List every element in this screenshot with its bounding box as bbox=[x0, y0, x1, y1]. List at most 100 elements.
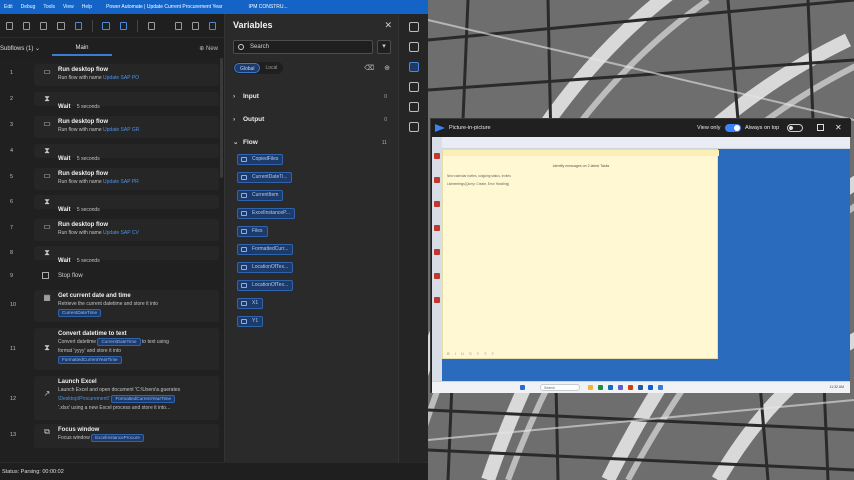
view-only-toggle[interactable] bbox=[725, 124, 741, 132]
action-card[interactable]: ▭ Run desktop flow Run flow with name Up… bbox=[34, 168, 219, 190]
variable-chip[interactable]: FormattedCurrentYearTime bbox=[58, 356, 122, 364]
step-number: 3 bbox=[10, 122, 14, 128]
section-flow[interactable]: ⌄ Flow 11 bbox=[233, 136, 391, 150]
excel-icon[interactable] bbox=[598, 385, 603, 390]
picture-in-picture-window[interactable]: Picture-in-picture View only Always on t… bbox=[430, 118, 851, 393]
flow-name-link[interactable]: Update SAP PR bbox=[103, 179, 139, 185]
error-list-icon[interactable] bbox=[409, 102, 419, 112]
powerpoint-icon[interactable] bbox=[628, 385, 633, 390]
close-icon[interactable]: ✕ bbox=[384, 20, 392, 31]
sticky-note-format-bar[interactable]: B I U S ≡ ≡ ≡ bbox=[447, 351, 496, 356]
tab-main[interactable]: Main bbox=[46, 38, 118, 58]
variable-chip[interactable]: FormattedCurr... bbox=[237, 244, 294, 255]
recorder-icon[interactable] bbox=[102, 21, 110, 30]
action-card[interactable]: ▭ Run desktop flow Run flow with name Up… bbox=[34, 219, 219, 241]
filter-icon[interactable]: ▾ bbox=[377, 40, 391, 54]
action-title: Run desktop flow bbox=[58, 67, 108, 73]
explorer-icon[interactable] bbox=[588, 385, 593, 390]
menu-edit[interactable]: Edit bbox=[4, 4, 13, 10]
ui-elements-icon[interactable] bbox=[119, 21, 127, 30]
action-card[interactable]: ⧗ Wait 5 seconds bbox=[34, 144, 219, 162]
outlook-icon[interactable] bbox=[608, 385, 613, 390]
variable-name: CopiedFiles bbox=[252, 156, 279, 162]
titlebar: Edit Debug Tools View Help Power Automat… bbox=[0, 0, 428, 14]
action-card[interactable]: ⧗ Convert datetime to text Convert datet… bbox=[34, 328, 219, 370]
power-automate-icon[interactable] bbox=[658, 385, 663, 390]
variable-name: Y1 bbox=[252, 318, 259, 324]
maximize-icon[interactable] bbox=[817, 124, 824, 131]
action-card[interactable]: ⧗ Wait 5 seconds bbox=[34, 92, 219, 110]
action-card[interactable]: Stop flow bbox=[34, 270, 219, 282]
step-number: 2 bbox=[10, 96, 14, 102]
variable-name: ExcelInstanceP... bbox=[252, 210, 290, 216]
subflows-dropdown[interactable]: Subflows (1) ⌄ bbox=[0, 45, 46, 52]
search-icon[interactable] bbox=[208, 21, 217, 30]
remote-session-screen[interactable]: Identify messages on 2 latest Tasks New … bbox=[432, 137, 850, 393]
flow-name-link[interactable]: Update SAP PO bbox=[103, 75, 139, 81]
variable-chip[interactable]: FormattedCurrentYearTime bbox=[111, 395, 176, 403]
eraser-icon[interactable]: ⌫ bbox=[364, 64, 374, 72]
images-icon[interactable] bbox=[409, 82, 419, 92]
action-card[interactable]: ⧗ Wait 5 seconds bbox=[34, 246, 219, 264]
variables-icon[interactable] bbox=[409, 62, 419, 72]
menu-debug[interactable]: Debug bbox=[21, 4, 36, 10]
run-icon[interactable] bbox=[23, 21, 31, 30]
variables-search-input[interactable]: Search bbox=[233, 40, 373, 54]
step-icon[interactable] bbox=[57, 21, 65, 30]
close-icon[interactable]: ✕ bbox=[835, 119, 842, 137]
variable-chip[interactable]: LocationOfTex... bbox=[237, 280, 294, 291]
variable-chip[interactable]: CurrentDateTi... bbox=[237, 172, 293, 183]
variable-chip[interactable]: ExcelInstanceP... bbox=[237, 208, 295, 219]
section-count: 11 bbox=[381, 140, 387, 146]
word-icon[interactable] bbox=[638, 385, 643, 390]
variable-chip[interactable]: LocationOfTex... bbox=[237, 262, 294, 273]
variable-chip[interactable]: ExcelInstanceProcure bbox=[91, 434, 144, 442]
sticky-note[interactable]: Identify messages on 2 latest Tasks New … bbox=[442, 149, 719, 359]
menu-view[interactable]: View bbox=[63, 4, 74, 10]
remote-search-box[interactable]: Search bbox=[540, 384, 580, 391]
flow-name-link[interactable]: Update SAP CV bbox=[103, 230, 139, 236]
flow-scrollbar[interactable] bbox=[220, 58, 223, 178]
notifications-icon[interactable] bbox=[409, 42, 419, 52]
export-icon[interactable] bbox=[191, 21, 199, 30]
toolbar-divider bbox=[136, 19, 138, 32]
run-next-icon[interactable] bbox=[74, 21, 82, 30]
start-icon[interactable] bbox=[520, 385, 525, 390]
edge-icon[interactable] bbox=[648, 385, 653, 390]
section-input[interactable]: › Input 0 bbox=[233, 90, 391, 104]
action-card[interactable]: ⧗ Wait 5 seconds bbox=[34, 195, 219, 213]
action-card[interactable]: ▭ Run desktop flow Run flow with name Up… bbox=[34, 116, 219, 138]
action-card[interactable]: ▦ Get current date and time Retrieve the… bbox=[34, 290, 219, 322]
section-output[interactable]: › Output 0 bbox=[233, 113, 391, 127]
variable-chip[interactable]: CurrentDateTime bbox=[58, 309, 102, 317]
desktop-flow-icon: ▭ bbox=[43, 222, 51, 231]
menu-tools[interactable]: Tools bbox=[43, 4, 55, 10]
menu-help[interactable]: Help bbox=[82, 4, 92, 10]
action-text: to text using bbox=[141, 339, 169, 345]
ui-elements-icon[interactable] bbox=[409, 22, 419, 32]
variable-icon bbox=[241, 247, 247, 252]
variable-chip[interactable]: X1 bbox=[237, 298, 264, 309]
variable-chip[interactable]: Y1 bbox=[237, 316, 264, 327]
layout-icon[interactable] bbox=[174, 21, 182, 30]
scope-local[interactable]: Local bbox=[260, 63, 282, 73]
history-icon[interactable] bbox=[409, 122, 419, 132]
variable-chip[interactable]: Files bbox=[237, 226, 268, 237]
action-card[interactable]: ▭ Run desktop flow Run flow with name Up… bbox=[34, 64, 219, 86]
always-on-top-toggle[interactable] bbox=[787, 124, 803, 132]
teams-icon[interactable] bbox=[618, 385, 623, 390]
save-icon[interactable] bbox=[6, 21, 14, 30]
add-variable-icon[interactable]: ⊕ bbox=[384, 64, 390, 72]
stop-icon[interactable] bbox=[40, 21, 48, 30]
new-subflow-button[interactable]: ⊕ New bbox=[199, 45, 218, 52]
path-link[interactable]: \Desktop\Procurement\' bbox=[58, 396, 110, 402]
breakpoint-icon[interactable] bbox=[147, 21, 155, 30]
screen: Edit Debug Tools View Help Power Automat… bbox=[0, 0, 854, 480]
action-card[interactable]: ↗ Launch Excel Launch Excel and open doc… bbox=[34, 376, 219, 420]
variable-chip[interactable]: CurrentItem bbox=[237, 190, 284, 201]
scope-global[interactable]: Global bbox=[234, 63, 261, 73]
flow-name-link[interactable]: Update SAP GR bbox=[103, 127, 139, 133]
variable-chip[interactable]: CopiedFiles bbox=[237, 154, 284, 165]
variable-chip[interactable]: CurrentDateTime bbox=[97, 338, 141, 346]
action-card[interactable]: ⧉ Focus window Focus window ExcelInstanc… bbox=[34, 424, 219, 448]
